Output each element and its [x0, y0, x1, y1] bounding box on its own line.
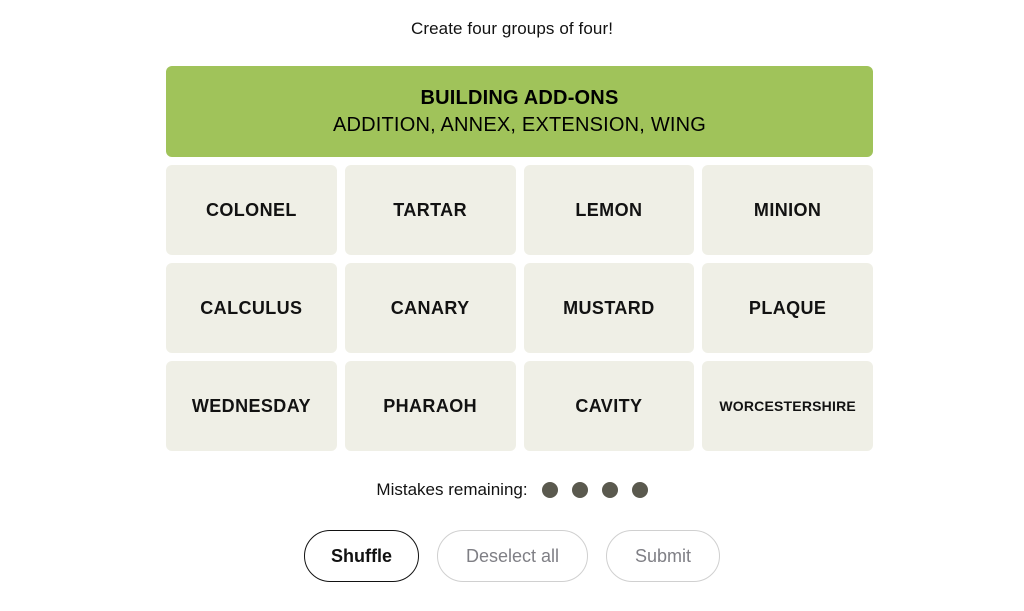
game-controls: Shuffle Deselect all Submit: [0, 530, 1024, 582]
word-tile[interactable]: LEMON: [523, 165, 695, 255]
word-tile[interactable]: TARTAR: [344, 165, 516, 255]
mistakes-label: Mistakes remaining:: [376, 480, 528, 499]
mistakes-remaining: Mistakes remaining:: [0, 479, 1024, 501]
solved-group-1: BUILDING ADD-ONS ADDITION, ANNEX, EXTENSI…: [166, 66, 873, 157]
word-tile[interactable]: MINION: [702, 165, 873, 255]
word-tile[interactable]: WORCESTERSHIRE: [702, 361, 873, 451]
word-grid-row: COLONEL TARTAR LEMON MINION: [166, 165, 873, 255]
word-tile[interactable]: CAVITY: [523, 361, 695, 451]
shuffle-button[interactable]: Shuffle: [303, 530, 419, 582]
mistake-dot: [601, 482, 618, 498]
word-grid-row: WEDNESDAY PHARAOH CAVITY WORCESTERSHIRE: [166, 361, 873, 451]
word-grid: COLONEL TARTAR LEMON MINION CALCULUS CANARY MU…: [166, 165, 873, 451]
puzzle-board: BUILDING ADD-ONS ADDITION, ANNEX, EXTENSI…: [166, 66, 873, 459]
word-tile[interactable]: COLONEL: [166, 165, 337, 255]
page-instruction: Create four groups of four!: [410, 19, 614, 38]
word-grid-row: CALCULUS CANARY MUSTARD PLAQUE: [166, 263, 873, 353]
deselect-all-button[interactable]: Deselect all: [436, 530, 588, 582]
submit-button[interactable]: Submit: [606, 530, 721, 582]
mistake-dot: [571, 482, 588, 498]
solved-group-members: ADDITION, ANNEX, EXTENSION, WING: [332, 113, 707, 136]
word-tile[interactable]: PHARAOH: [344, 361, 516, 451]
mistake-dot: [541, 482, 558, 498]
solved-group-title: BUILDING ADD-ONS: [420, 86, 619, 109]
solved-groups-container: BUILDING ADD-ONS ADDITION, ANNEX, EXTENSI…: [166, 66, 873, 157]
word-tile[interactable]: PLAQUE: [702, 263, 873, 353]
word-tile[interactable]: CANARY: [344, 263, 516, 353]
mistakes-dots: [541, 482, 648, 498]
word-tile[interactable]: CALCULUS: [166, 263, 337, 353]
word-tile[interactable]: WEDNESDAY: [166, 361, 337, 451]
word-tile[interactable]: MUSTARD: [523, 263, 695, 353]
connections-game: Create four groups of four! BUILDING ADD…: [0, 0, 1024, 611]
mistake-dot: [631, 482, 648, 498]
